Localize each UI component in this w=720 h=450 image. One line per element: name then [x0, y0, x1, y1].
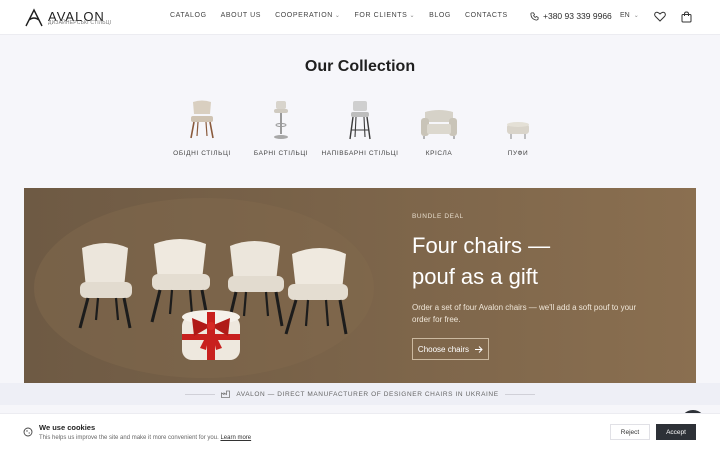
- divider: [185, 393, 216, 395]
- banner-description: Order a set of four Avalon chairs — we'l…: [412, 303, 637, 324]
- counter-stool-icon: [349, 101, 371, 140]
- collection-title: Our Collection: [304, 58, 416, 75]
- nav-item-contacts[interactable]: CONTACTS: [465, 12, 508, 19]
- category-counter-stools[interactable]: НАПІВБАРНІ СТІЛЬЦІ: [320, 96, 400, 158]
- phone-link[interactable]: +380 93 339 9966: [530, 11, 612, 21]
- choose-chairs-button[interactable]: Choose chairs: [412, 338, 489, 360]
- headline-line-1: Four chairs —: [412, 233, 551, 258]
- category-bar-stools[interactable]: БАРНІ СТІЛЬЦІ: [241, 96, 321, 158]
- pouf-icon: [507, 122, 529, 139]
- cookie-icon: [23, 427, 33, 437]
- category-label: КРІСЛА: [425, 150, 453, 157]
- learn-more-link[interactable]: Learn more: [220, 435, 251, 441]
- chairs-with-pouf-image: [34, 198, 374, 378]
- accept-button[interactable]: Accept: [656, 424, 696, 440]
- arrow-right-icon: [475, 345, 483, 353]
- phone-icon: [530, 11, 539, 21]
- nav-item-blog[interactable]: BLOG: [429, 12, 451, 19]
- language-label: EN: [620, 12, 630, 19]
- dining-chair-icon: [190, 100, 214, 139]
- reject-button[interactable]: Reject: [610, 424, 650, 440]
- chevron-down-icon: ⌄: [334, 13, 341, 19]
- nav-item-for-clients[interactable]: FOR CLIENTS ⌄: [355, 12, 416, 19]
- armchair-icon: [421, 110, 457, 139]
- promo-banner: BUNDLE DEAL Four chairs — pouf as a gift…: [24, 188, 696, 383]
- phone-number: +380 93 339 9966: [543, 11, 612, 21]
- category-poufs[interactable]: ПУФИ: [478, 96, 558, 158]
- cookie-banner: We use cookies This helps us improve the…: [0, 413, 720, 450]
- chevron-down-icon: ⌄: [633, 13, 639, 19]
- cta-label: Choose chairs: [417, 344, 470, 354]
- nav-item-catalog[interactable]: CATALOG: [170, 12, 207, 19]
- logo[interactable]: AVALON ДИЗАЙНЕРСЬКІ СТІЛЬЦІ: [24, 8, 111, 28]
- logo-mark-icon: [25, 8, 43, 27]
- nav-item-cooperation[interactable]: COOPERATION ⌄: [275, 12, 340, 19]
- category-label: НАПІВБАРНІ СТІЛЬЦІ: [321, 150, 399, 157]
- bag-icon[interactable]: [681, 11, 692, 23]
- category-label: БАРНІ СТІЛЬЦІ: [253, 150, 309, 157]
- chevron-down-icon: ⌄: [409, 13, 416, 19]
- logo-tagline: ДИЗАЙНЕРСЬКІ СТІЛЬЦІ: [48, 20, 112, 26]
- category-label: ПУФИ: [507, 150, 529, 157]
- factory-icon: [221, 390, 231, 398]
- bar-stool-icon: [274, 101, 288, 139]
- banner-eyebrow: BUNDLE DEAL: [412, 213, 464, 220]
- gift-pouf: [182, 310, 240, 360]
- cookie-text: This helps us improve the site and make …: [39, 435, 252, 441]
- manufacturer-strip: AVALON — DIRECT MANUFACTURER OF DESIGNER…: [0, 383, 720, 405]
- cookie-title: We use cookies: [39, 423, 96, 432]
- category-armchairs[interactable]: КРІСЛА: [399, 96, 479, 158]
- category-dining-chairs[interactable]: ОБІДНІ СТІЛЬЦІ: [162, 96, 242, 158]
- headline-line-2: pouf as a gift: [412, 264, 538, 289]
- nav-item-about-us[interactable]: ABOUT US: [221, 12, 261, 19]
- heart-icon[interactable]: [654, 11, 666, 22]
- language-selector[interactable]: EN ⌄: [620, 12, 639, 19]
- main-nav: CATALOG ABOUT US COOPERATION ⌄ FOR CLIENT…: [170, 12, 508, 19]
- banner-headline: Four chairs — pouf as a gift: [412, 230, 662, 292]
- divider: [504, 393, 535, 395]
- manufacturer-text: AVALON — DIRECT MANUFACTURER OF DESIGNER…: [236, 390, 499, 398]
- category-label: ОБІДНІ СТІЛЬЦІ: [173, 150, 231, 157]
- site-header: AVALON ДИЗАЙНЕРСЬКІ СТІЛЬЦІ CATALOG ABOU…: [0, 0, 720, 35]
